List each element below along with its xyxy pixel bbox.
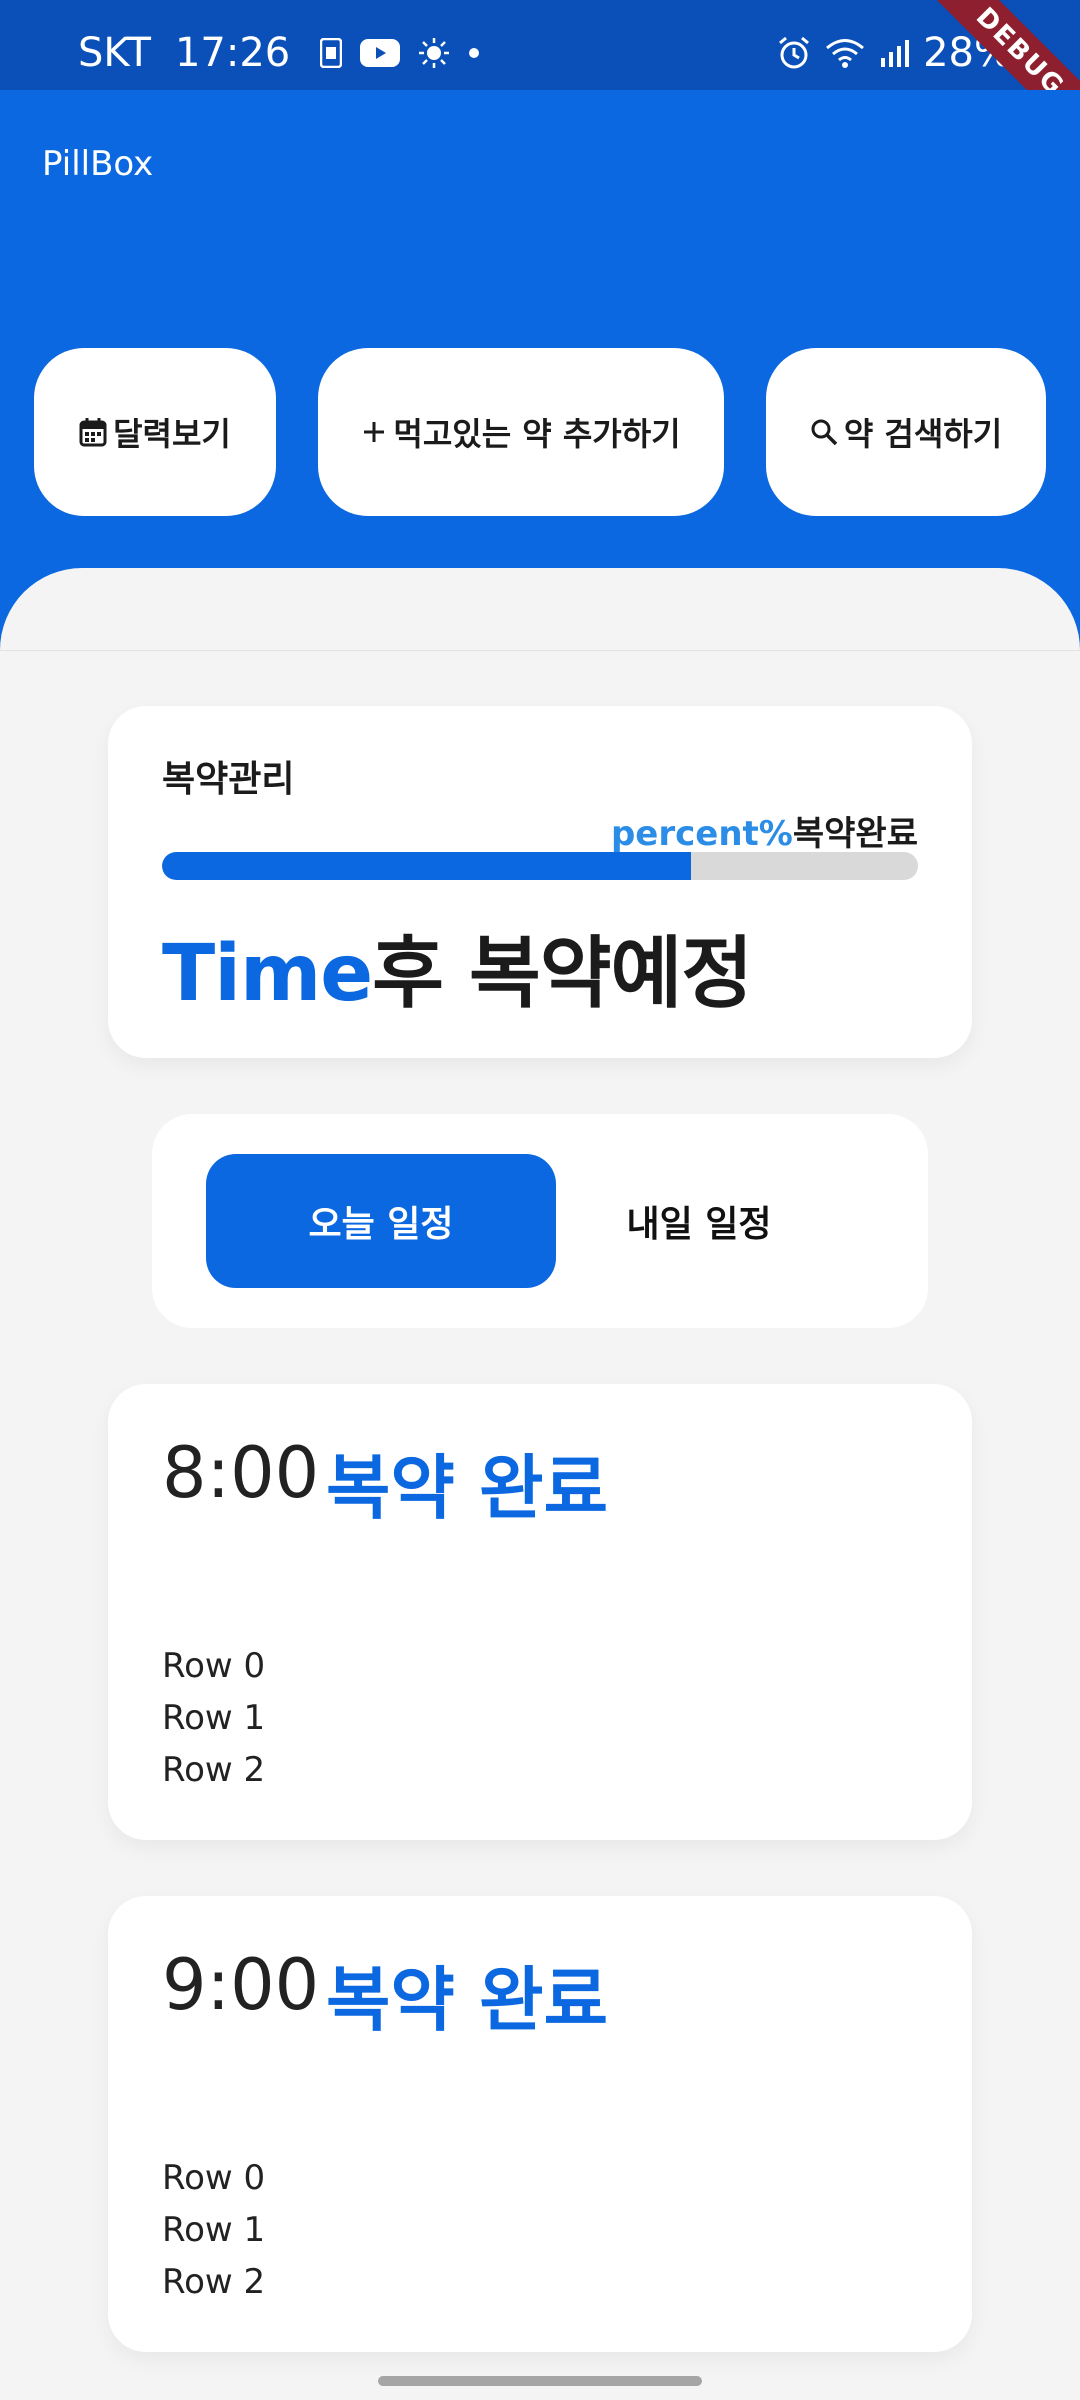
add-medicine-label: 먹고있는 약 추가하기 [393, 415, 681, 453]
carrier-label: SKT [78, 30, 151, 76]
calendar-view-label: 달력보기 [113, 415, 231, 453]
percent-value: percent% [610, 814, 793, 854]
brightness-icon [418, 37, 450, 69]
schedule-card[interactable]: 9:00 복약 완료 Row 0 Row 1 Row 2 [108, 1896, 972, 2352]
progress-fill [162, 852, 692, 880]
content-sheet-top [0, 568, 1080, 650]
signal-icon [879, 38, 910, 68]
tab-tomorrow[interactable]: 내일 일정 [524, 1154, 874, 1288]
medication-management-card: 복약관리 percent%복약완료 Time후 복약예정 [108, 706, 972, 1058]
list-item: Row 0 [162, 2158, 266, 2198]
tab-today[interactable]: 오늘 일정 [206, 1154, 556, 1288]
status-bar: SKT 17:26 28% [0, 0, 1080, 90]
calendar-icon [79, 417, 107, 447]
management-title: 복약관리 [162, 759, 295, 800]
wifi-icon [825, 37, 865, 69]
percent-suffix: 복약완료 [792, 814, 918, 854]
search-icon [810, 418, 838, 446]
add-medicine-button[interactable]: 먹고있는 약 추가하기 [318, 348, 724, 516]
search-medicine-button[interactable]: 약 검색하기 [766, 348, 1046, 516]
list-item: Row 2 [162, 1750, 266, 1790]
next-dose-suffix: 후 복약예정 [372, 929, 753, 1019]
dot-icon [468, 47, 480, 59]
next-dose-text: Time후 복약예정 [162, 911, 753, 1023]
next-dose-time: Time [162, 929, 373, 1019]
schedule-card[interactable]: 8:00 복약 완료 Row 0 Row 1 Row 2 [108, 1384, 972, 1840]
schedule-tabs: 오늘 일정 내일 일정 [152, 1114, 928, 1328]
home-indicator[interactable] [378, 2376, 702, 2386]
youtube-icon [360, 39, 401, 67]
schedule-status: 복약 완료 [326, 1447, 608, 1529]
schedule-status: 복약 완료 [326, 1959, 608, 2041]
progress-bar [162, 852, 918, 880]
app-header: PillBox 달력보기 먹고있는 약 추가하기 약 검색하기 [0, 90, 1080, 650]
schedule-time: 9:00 [162, 1944, 320, 2026]
search-medicine-label: 약 검색하기 [843, 415, 1003, 453]
list-item: Row 1 [162, 2210, 266, 2250]
completion-percent: percent%복약완료 [611, 806, 918, 855]
alarm-icon [777, 36, 811, 70]
list-item: Row 2 [162, 2262, 266, 2302]
clock: 17:26 [174, 30, 291, 76]
sim-card-icon [320, 38, 343, 68]
plus-icon [361, 419, 387, 445]
list-item: Row 0 [162, 1646, 266, 1686]
calendar-view-button[interactable]: 달력보기 [34, 348, 276, 516]
divider [0, 650, 1080, 651]
list-item: Row 1 [162, 1698, 266, 1738]
schedule-time: 8:00 [162, 1432, 320, 1514]
app-title: PillBox [42, 144, 154, 184]
